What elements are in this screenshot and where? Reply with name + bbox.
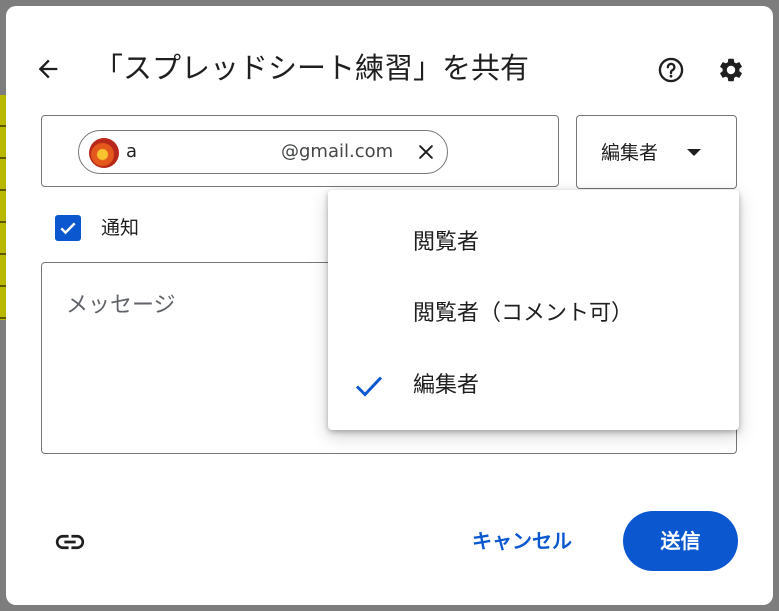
recipient-name: a <box>126 141 138 162</box>
remove-recipient-button[interactable] <box>413 139 439 165</box>
notify-checkbox[interactable] <box>55 215 81 241</box>
send-button[interactable]: 送信 <box>623 511 738 571</box>
dialog-title: 「スプレッドシート練習」を共有 <box>94 51 530 85</box>
menu-item-commenter[interactable]: 閲覧者（コメント可） <box>328 284 739 344</box>
menu-item-label: 閲覧者（コメント可） <box>413 301 634 326</box>
recipient-email: @gmail.com <box>281 141 394 162</box>
close-icon <box>419 145 433 159</box>
avatar <box>89 138 119 168</box>
help-button[interactable] <box>651 50 691 90</box>
role-select[interactable]: 編集者 <box>576 115 737 189</box>
chevron-down-icon <box>687 149 701 156</box>
link-icon <box>55 534 85 550</box>
cancel-button[interactable]: キャンセル <box>462 519 582 563</box>
back-button[interactable] <box>28 49 68 89</box>
message-placeholder: メッセージ <box>66 293 176 318</box>
recipient-input-field[interactable]: a @gmail.com <box>41 115 559 187</box>
arrow-back-icon <box>38 59 58 79</box>
role-dropdown-menu: 閲覧者 閲覧者（コメント可） 編集者 <box>328 190 739 430</box>
role-select-value: 編集者 <box>601 142 659 164</box>
menu-item-viewer[interactable]: 閲覧者 <box>328 213 739 273</box>
copy-link-button[interactable] <box>50 522 90 562</box>
menu-item-label: 編集者 <box>413 373 480 398</box>
menu-item-editor[interactable]: 編集者 <box>328 356 739 416</box>
notify-label: 通知 <box>101 217 140 239</box>
recipient-chip[interactable]: a @gmail.com <box>78 130 448 174</box>
share-dialog: 「スプレッドシート練習」を共有 a @gmail.com 編集者 通知 メッセー… <box>6 6 773 605</box>
menu-item-label: 閲覧者 <box>413 230 480 255</box>
check-icon <box>355 376 383 397</box>
help-circle-icon <box>658 57 684 83</box>
check-icon <box>60 222 76 235</box>
gear-icon <box>720 58 742 82</box>
settings-button[interactable] <box>711 50 751 90</box>
